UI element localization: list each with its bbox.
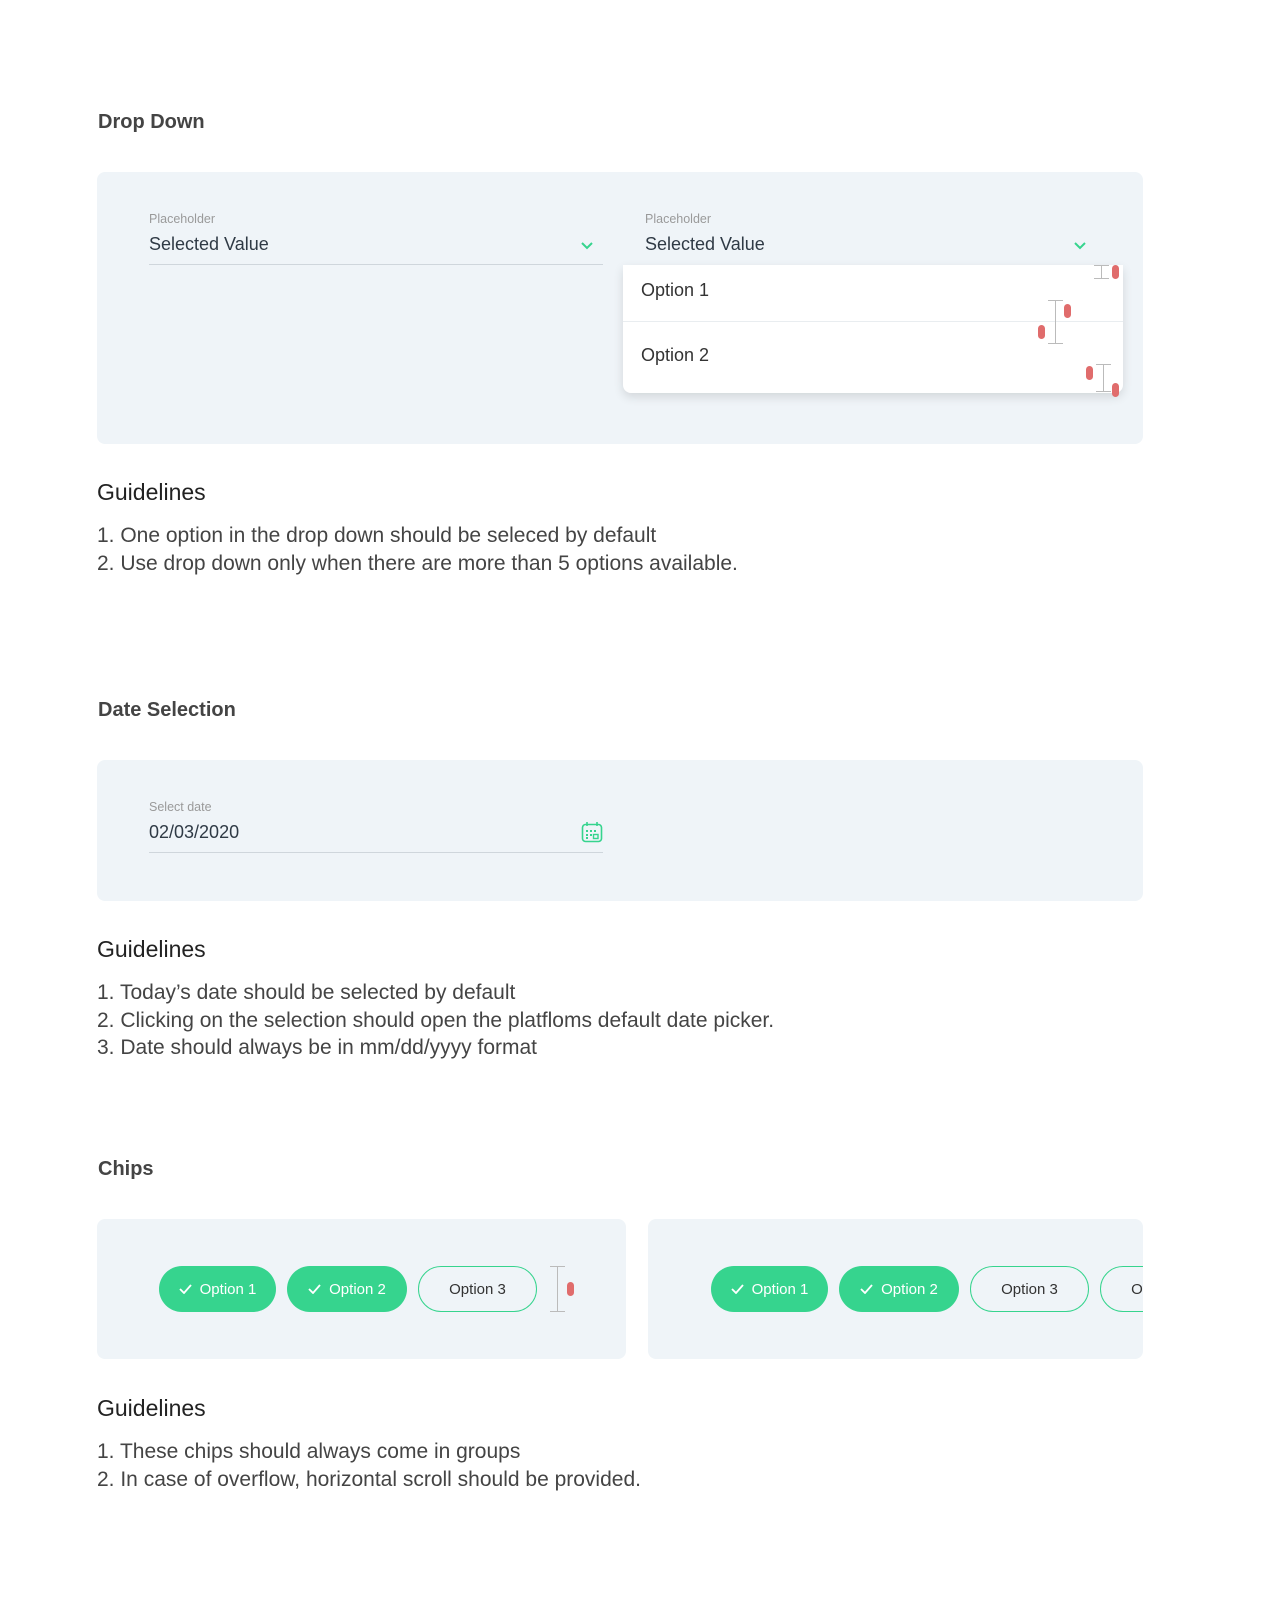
chips-overflow-panel[interactable]: Option 1 Option 2 Option 3 Option 4 <box>648 1219 1143 1359</box>
spacing-marker <box>1094 265 1109 279</box>
chip-selected[interactable]: Option 1 <box>711 1266 828 1312</box>
guideline-item: 2. Clicking on the selection should open… <box>97 1009 775 1032</box>
dropdown-menu: Option 1 Option 2 <box>623 265 1123 397</box>
guidelines-heading: Guidelines <box>97 936 206 962</box>
date-demo-panel: Select date 02/03/2020 <box>97 760 1143 901</box>
chip-selected[interactable]: Option 2 <box>287 1266 407 1312</box>
chip-unselected-overflow[interactable]: Option 4 <box>1100 1266 1143 1312</box>
check-icon <box>731 1284 744 1294</box>
chip-label: Option 2 <box>881 1280 938 1298</box>
spacing-marker <box>550 1266 565 1312</box>
spacing-marker <box>1096 364 1111 392</box>
dropdown-section-title: Drop Down <box>98 111 205 133</box>
guideline-item: 1. One option in the drop down should be… <box>97 524 657 547</box>
chips-group-panel: Option 1 Option 2 Option 3 <box>97 1219 626 1359</box>
check-icon <box>308 1284 321 1294</box>
chip-label: Option 3 <box>1001 1280 1058 1298</box>
spacing-badge <box>1112 265 1119 279</box>
chip-unselected[interactable]: Option 3 <box>970 1266 1089 1312</box>
spacing-marker <box>1048 300 1063 344</box>
dropdown-option-1[interactable]: Option 1 <box>641 280 709 301</box>
chip-label: Option 1 <box>751 1280 809 1298</box>
option-divider <box>623 321 1123 322</box>
dropdown-value: Selected Value <box>645 234 765 254</box>
chip-label: Option 1 <box>199 1280 257 1298</box>
spacing-badge <box>1112 383 1119 397</box>
date-underline <box>149 852 603 853</box>
guidelines-heading: Guidelines <box>97 479 206 505</box>
dropdown-label: Placeholder <box>149 212 216 226</box>
chip-unselected[interactable]: Option 3 <box>418 1266 537 1312</box>
spacing-badge <box>1086 366 1093 380</box>
date-label: Select date <box>149 800 212 814</box>
dropdown-underline <box>149 264 603 265</box>
dropdown-field-open[interactable]: Placeholder Selected Value <box>645 210 1095 266</box>
chip-selected[interactable]: Option 1 <box>159 1266 276 1312</box>
dropdown-label: Placeholder <box>645 212 712 226</box>
guideline-item: 1. Today’s date should be selected by de… <box>97 981 516 1004</box>
chip-label: Option 3 <box>449 1280 506 1298</box>
check-icon <box>860 1284 873 1294</box>
dropdown-value: Selected Value <box>149 234 269 254</box>
guidelines-heading: Guidelines <box>97 1395 206 1421</box>
calendar-icon[interactable] <box>581 821 603 843</box>
date-section-title: Date Selection <box>98 699 236 721</box>
guideline-item: 2. Use drop down only when there are mor… <box>97 552 738 575</box>
spacing-badge <box>567 1282 574 1296</box>
guideline-item: 3. Date should always be in mm/dd/yyyy f… <box>97 1036 538 1059</box>
chevron-down-icon <box>1074 242 1086 250</box>
chip-selected[interactable]: Option 2 <box>839 1266 959 1312</box>
check-icon <box>179 1284 192 1294</box>
guideline-item: 2. In case of overflow, horizontal scrol… <box>97 1468 641 1491</box>
dropdown-option-2[interactable]: Option 2 <box>641 345 709 366</box>
dropdown-field-closed[interactable]: Placeholder Selected Value <box>149 210 603 266</box>
chips-section-title: Chips <box>98 1158 154 1180</box>
guideline-item: 1. These chips should always come in gro… <box>97 1440 521 1463</box>
date-value: 02/03/2020 <box>149 822 240 842</box>
dropdown-demo-panel: Placeholder Selected Value Placeholder S… <box>97 172 1143 444</box>
chip-label: Option 2 <box>329 1280 386 1298</box>
chevron-down-icon <box>581 242 593 250</box>
spacing-badge <box>1038 325 1045 339</box>
spacing-badge <box>1064 304 1071 318</box>
date-field[interactable]: Select date 02/03/2020 <box>149 798 603 854</box>
chip-label: Option 4 <box>1131 1280 1143 1298</box>
